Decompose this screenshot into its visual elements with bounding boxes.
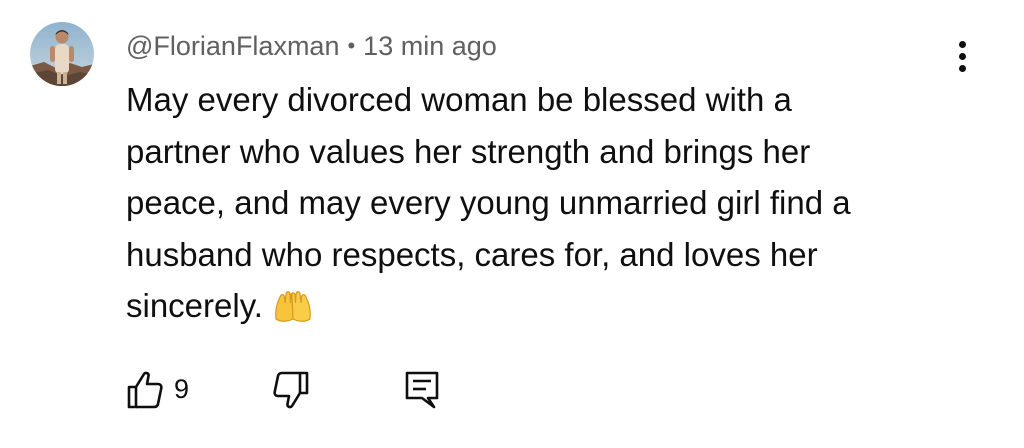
comment-header: @FlorianFlaxman • 13 min ago — [126, 29, 497, 63]
comment-text: May every divorced woman be blessed with… — [126, 74, 986, 338]
comment-text-end: sincerely. — [126, 287, 263, 324]
comment-reply-icon — [405, 371, 439, 409]
meta-separator: • — [347, 33, 356, 58]
comment-text-line-last: sincerely. — [126, 280, 986, 338]
comment-text-line: partner who values her strength and brin… — [126, 132, 811, 170]
comment-actions: 9 — [126, 368, 526, 412]
comment-text-line: peace, and may every young unmarried gir… — [126, 184, 851, 221]
thumb-up-icon — [127, 371, 163, 409]
avatar[interactable] — [30, 22, 94, 86]
like-button[interactable]: 9 — [126, 368, 206, 412]
avatar-image — [30, 22, 94, 86]
reply-button[interactable] — [404, 368, 448, 412]
more-options-button[interactable] — [948, 38, 978, 74]
comment-text-line: May every divorced woman be blessed with… — [126, 81, 792, 118]
like-count: 9 — [174, 374, 190, 404]
comment-text-line: husband who respects, cares for, and lov… — [126, 235, 818, 273]
more-vertical-icon — [959, 41, 966, 48]
dislike-button[interactable] — [272, 368, 316, 412]
comment-timestamp[interactable]: 13 min ago — [363, 31, 497, 61]
comment-thread-item: @FlorianFlaxman • 13 min ago May every div… — [0, 0, 1024, 448]
author-name[interactable]: @FlorianFlaxman — [126, 31, 339, 61]
thumb-down-icon — [273, 371, 309, 409]
palms-up-together-icon — [273, 286, 313, 338]
